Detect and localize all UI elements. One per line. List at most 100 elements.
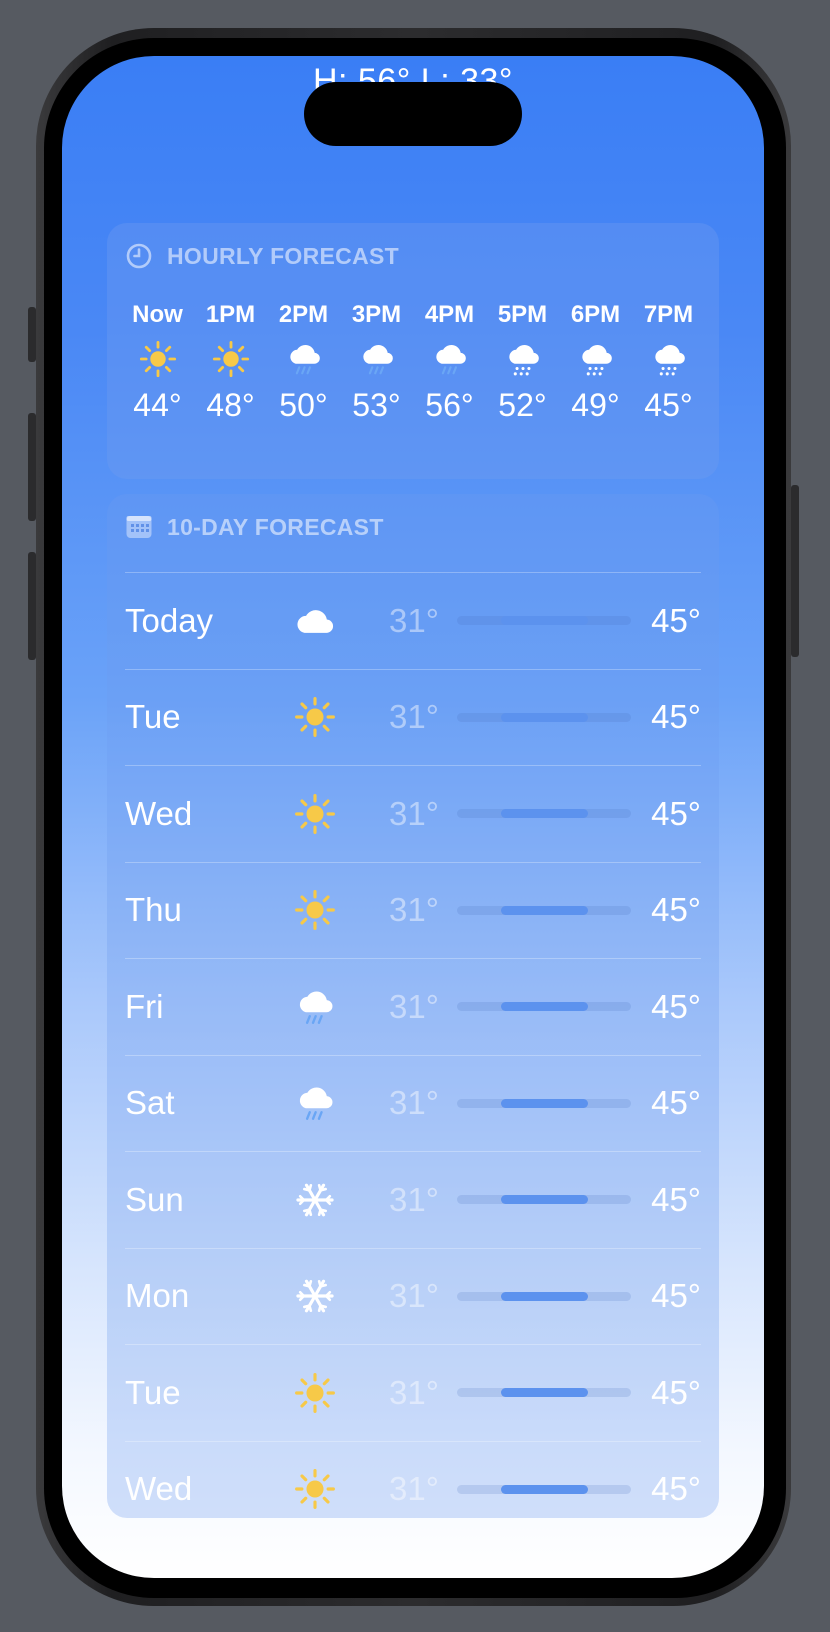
forecast-low-temp: 31° [389,601,439,639]
volume-down-button [28,552,36,660]
cloud-snow-icon [577,333,615,385]
hourly-time: 6PM [570,301,621,328]
forecast-day-row[interactable]: Sun 31° 45° [125,1151,701,1248]
forecast-high-temp: 45° [651,1470,701,1508]
forecast-day-label: Sun [125,1180,184,1218]
side-button [791,485,799,657]
hourly-temp: 45° [644,387,693,423]
forecast-high-temp: 45° [651,891,701,929]
hourly-time: 4PM [424,301,475,328]
cloud-rain-icon [358,333,396,385]
hourly-item: 4PM 56° [413,299,486,424]
hourly-item: 6PM 49° [559,299,632,424]
temperature-range-fill [500,1484,588,1494]
hourly-temp: 49° [571,387,620,423]
cloud-rain-icon [293,985,337,1029]
forecast-high-temp: 45° [651,1373,701,1411]
cloud-rain-icon [431,333,469,385]
forecast-day-row[interactable]: Mon 31° 45° [125,1247,701,1345]
forecast-day-row[interactable]: Tue 31° 45° [125,668,701,766]
forecast-day-label: Fri [125,987,164,1025]
forecast-day-row[interactable]: Wed 31° 45° [125,1440,701,1538]
hourly-time: Now [132,301,183,328]
sun-icon [293,888,337,932]
sun-icon [293,1467,337,1511]
hourly-time: 1PM [205,301,256,328]
forecast-day-label: Thu [125,891,182,929]
hourly-time: 3PM [351,301,402,328]
temperature-range-bar [457,905,631,915]
volume-up-button [28,413,36,521]
forecast-high-temp: 45° [651,601,701,639]
forecast-high-temp: 45° [651,987,701,1025]
forecast-day-label: Wed [125,794,193,832]
cloud-rain-icon [285,333,323,385]
temperature-range-fill [500,712,588,722]
hourly-temp: 56° [425,387,474,423]
forecast-high-temp: 45° [651,1180,701,1218]
temperature-range-fill [500,905,588,915]
forecast-low-temp: 31° [389,1084,439,1122]
snowflake-icon [293,1178,337,1222]
forecast-day-label: Tue [125,1373,181,1411]
temperature-range-bar [457,712,631,722]
hourly-item: Now 44° [121,299,194,424]
hourly-temp: 48° [206,387,255,423]
temperature-range-fill [500,1291,588,1301]
ten-day-forecast-list: Today 31° 45° Tue 31° 45° Wed 31° 45° Thu 31° 45° Fr… [125,572,701,1537]
forecast-day-label: Mon [125,1277,190,1315]
forecast-day-row[interactable]: Fri 31° 45° [125,958,701,1055]
forecast-day-row[interactable]: Today 31° 45° [125,572,701,669]
forecast-low-temp: 31° [389,794,439,832]
hourly-item: 1PM 48° [194,299,267,424]
hourly-temp: 44° [133,387,182,423]
hourly-forecast-card[interactable]: HOURLY FORECAST Now 44° 1PM 48° 2PM 50° 3PM 53°… [107,223,719,479]
forecast-low-temp: 31° [389,1277,439,1315]
temperature-range-fill [500,809,588,819]
sun-icon [293,792,337,836]
action-button [28,307,36,362]
temperature-range-bar [457,616,631,626]
hourly-forecast-title: HOURLY FORECAST [167,242,399,269]
calendar-icon [125,514,153,540]
snowflake-icon [293,1274,337,1318]
hourly-item: 3PM 53° [340,299,413,424]
forecast-day-label: Tue [125,698,181,736]
temperature-range-fill [500,1195,588,1205]
hourly-item: 2PM 50° [267,299,340,424]
forecast-high-temp: 45° [651,698,701,736]
forecast-day-row[interactable]: Sat 31° 45° [125,1054,701,1152]
temperature-range-bar [457,1291,631,1301]
forecast-day-row[interactable]: Wed 31° 45° [125,765,701,862]
temperature-range-bar [457,1484,631,1494]
cloud-rain-icon [293,1081,337,1125]
temperature-range-fill [500,1388,588,1398]
hourly-time: 5PM [497,301,548,328]
sun-icon [139,333,177,385]
temperature-range-bar [457,1195,631,1205]
forecast-day-row[interactable]: Thu 31° 45° [125,861,701,959]
forecast-low-temp: 31° [389,987,439,1025]
temperature-range-bar [457,1098,631,1108]
hourly-time: 2PM [278,301,329,328]
weather-screen: H: 56° L: 33° HOURLY FORECAST Now 44° 1PM 4… [62,56,764,1578]
cloud-icon [293,599,337,643]
hourly-forecast-header: HOURLY FORECAST [125,241,399,271]
sun-icon [293,695,337,739]
temperature-range-bar [457,809,631,819]
hourly-temp: 52° [498,387,547,423]
sun-icon [293,1371,337,1415]
hourly-time: 7PM [643,301,694,328]
temperature-range-bar [457,1002,631,1012]
hourly-item: 5PM 52° [486,299,559,424]
clock-icon [125,242,153,270]
forecast-day-row[interactable]: Tue 31° 45° [125,1344,701,1441]
temperature-range-fill [500,1002,588,1012]
temperature-range-fill [500,616,588,626]
forecast-low-temp: 31° [389,891,439,929]
temperature-range-bar [457,1388,631,1398]
forecast-day-label: Sat [125,1084,175,1122]
ten-day-forecast-card[interactable]: 10-DAY FORECAST Today 31° 45° Tue 31° 45° Wed 3… [107,494,719,1518]
cloud-snow-icon [650,333,688,385]
forecast-day-label: Today [125,601,214,639]
